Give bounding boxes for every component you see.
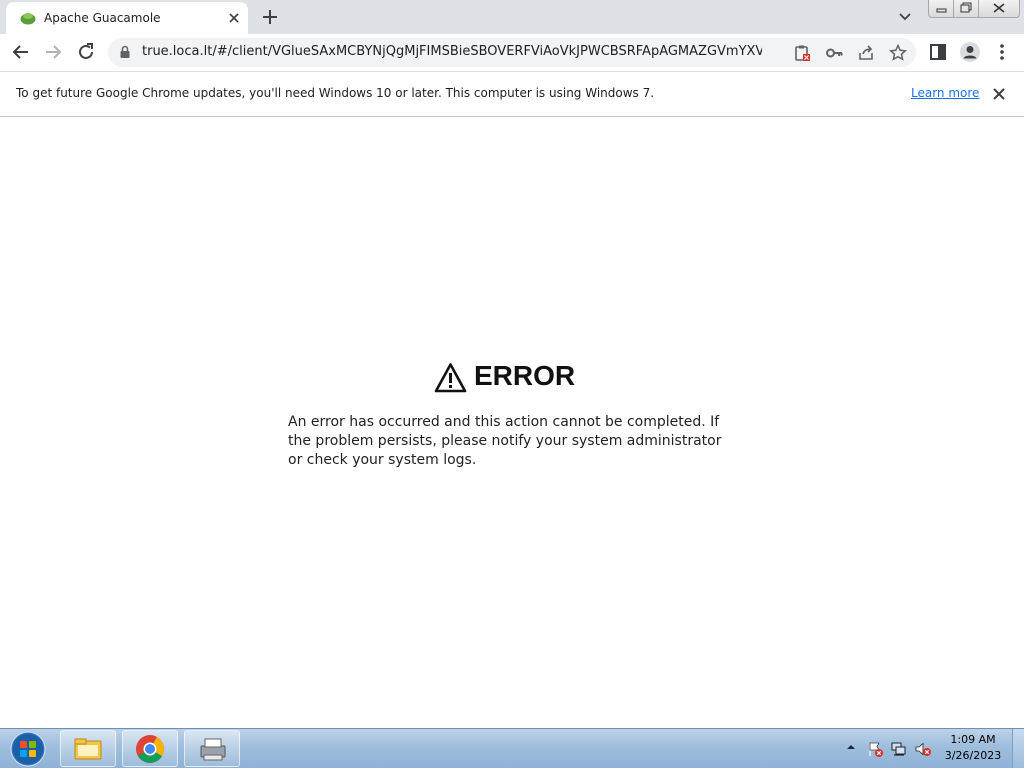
printer-icon [200,738,226,761]
back-arrow-icon[interactable] [9,40,33,64]
taskbar-clock[interactable]: 1:09 AM 3/26/2023 [940,732,1006,764]
clipboard-blocked-icon[interactable] [792,43,812,63]
more-menu-icon[interactable] [990,40,1014,64]
windows-start-icon[interactable] [6,731,50,767]
bookmark-star-icon[interactable] [888,43,908,63]
lock-icon[interactable] [118,45,132,59]
reload-icon[interactable] [74,40,98,64]
browser-tab[interactable]: Apache Guacamole [6,2,248,34]
chrome-icon [136,735,164,763]
infobar-message: To get future Google Chrome updates, you… [16,86,655,100]
guacamole-icon [20,13,36,25]
tab-title: Apache Guacamole [44,11,161,25]
update-infobar: To get future Google Chrome updates, you… [0,72,1024,117]
error-message: An error has occurred and this action ca… [288,414,722,468]
taskbar-app-chrome[interactable] [122,730,178,767]
share-icon[interactable] [856,43,876,63]
show-desktop-button[interactable] [1012,729,1024,768]
address-bar[interactable]: true.loca.lt/#/client/VGlueSAxMCBYNjQgMj… [108,38,916,67]
chevron-down-icon[interactable] [895,8,915,26]
action-center-flag-icon[interactable] [866,740,884,758]
browser-toolbar: true.loca.lt/#/client/VGlueSAxMCBYNjQgMj… [0,34,1024,72]
error-title: ERROR [474,360,576,391]
restore-button[interactable] [953,0,979,18]
network-icon[interactable] [890,740,908,758]
tray-expand-icon[interactable] [845,741,857,753]
tab-strip: Apache Guacamole [0,0,1024,34]
side-panel-icon[interactable] [926,40,950,64]
url-text[interactable]: true.loca.lt/#/client/VGlueSAxMCBYNjQgMj… [142,44,762,59]
window-close-button[interactable] [978,0,1020,18]
forward-arrow-icon[interactable] [41,40,65,64]
taskbar-app-explorer[interactable] [60,730,116,767]
taskbar-app-printer[interactable] [184,730,240,767]
clock-date: 3/26/2023 [944,749,1002,762]
close-icon[interactable] [224,8,244,28]
page-content: ERROR An error has occurred and this act… [0,117,1024,728]
taskbar: 1:09 AM 3/26/2023 [0,728,1024,768]
file-explorer-icon [74,738,102,760]
minimize-button[interactable] [928,0,954,18]
warning-icon [434,363,467,393]
close-icon[interactable] [990,85,1008,103]
volume-muted-icon[interactable] [914,740,932,758]
clock-time: 1:09 AM [950,733,996,746]
learn-more-link[interactable]: Learn more [911,86,979,100]
profile-avatar-icon[interactable] [958,40,982,64]
key-icon[interactable] [824,43,844,63]
new-tab-button[interactable] [258,6,282,28]
